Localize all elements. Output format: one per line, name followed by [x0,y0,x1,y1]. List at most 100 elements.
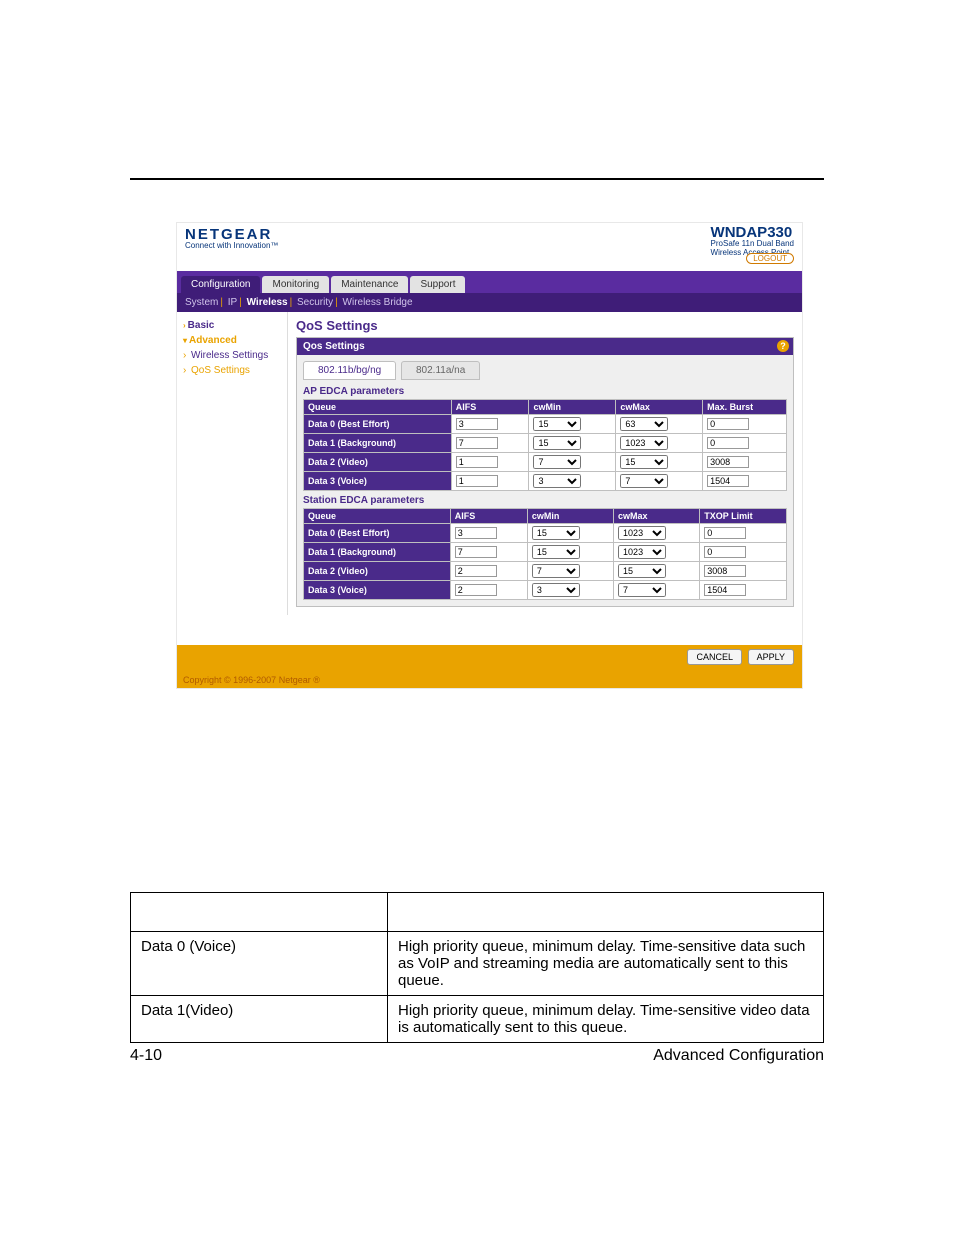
station-edca-label: Station EDCA parameters [303,495,787,506]
st-h-cwmin: cwMin [527,509,613,524]
ap-q1-last[interactable] [707,437,749,449]
ap-q1-cwmax[interactable]: 1023 [620,436,668,450]
sub-nav: System| IP| Wireless| Security| Wireless… [177,293,802,312]
table-row: Data 2 (Video) 7 15 [304,453,787,472]
page-title: QoS Settings [296,318,794,333]
description-table-wrap: Data 0 (Voice) High priority queue, mini… [130,892,824,1043]
st-q0-cwmax[interactable]: 1023 [618,526,666,540]
st-q1-cwmin[interactable]: 15 [532,545,580,559]
sidenav-advanced-label: Advanced [189,335,237,346]
st-h-txop: TXOP Limit [700,509,787,524]
st-h-aifs: AIFS [450,509,527,524]
st-q3: Data 3 (Voice) [304,581,451,600]
tab-configuration[interactable]: Configuration [181,276,260,293]
st-q0: Data 0 (Best Effort) [304,524,451,543]
subnav-ip[interactable]: IP [228,297,237,308]
ap-q0-last[interactable] [707,418,749,430]
ap-q1-cwmin[interactable]: 15 [533,436,581,450]
apply-button[interactable]: APPLY [748,649,794,665]
ap-q1: Data 1 (Background) [304,434,452,453]
st-q0-cwmin[interactable]: 15 [532,526,580,540]
st-q1-aifs[interactable] [455,546,497,558]
subnav-system[interactable]: System [185,297,218,308]
brand-tagline: Connect with Innovation™ [185,242,794,250]
brand-logo: NETGEAR [185,227,794,242]
st-q2-aifs[interactable] [455,565,497,577]
qos-panel: Qos Settings ? 802.11b/bg/ng 802.11a/na … [296,337,794,607]
subnav-security[interactable]: Security [297,297,333,308]
tab-maintenance[interactable]: Maintenance [331,276,408,293]
station-edca-table: Queue AIFS cwMin cwMax TXOP Limit Data 0… [303,508,787,600]
page-top-rule [130,178,824,180]
section-title: Advanced Configuration [653,1047,824,1065]
ap-q2-aifs[interactable] [456,456,498,468]
desc-header-1 [131,893,388,932]
ap-h-aifs: AIFS [451,400,529,415]
side-nav: ›Basic ▾Advanced Wireless Settings QoS S… [177,312,288,615]
st-q2-last[interactable] [704,565,746,577]
st-q3-aifs[interactable] [455,584,497,596]
ap-q3-cwmax[interactable]: 7 [620,474,668,488]
ap-q2-cwmin[interactable]: 7 [533,455,581,469]
st-q0-last[interactable] [704,527,746,539]
table-row: Data 1 (Background) 15 1023 [304,434,787,453]
st-q2-cwmin[interactable]: 7 [532,564,580,578]
router-ui-screenshot: NETGEAR Connect with Innovation™ WNDAP33… [176,222,803,689]
subnav-wireless-bridge[interactable]: Wireless Bridge [343,297,413,308]
ap-h-maxburst: Max. Burst [703,400,787,415]
radio-tab-an[interactable]: 802.11a/na [401,361,480,380]
st-q3-last[interactable] [704,584,746,596]
st-q1-last[interactable] [704,546,746,558]
ap-q0-cwmin[interactable]: 15 [533,417,581,431]
model-name: WNDAP330 [711,225,794,240]
table-row: Data 3 (Voice) 3 7 [304,581,787,600]
st-q3-cwmin[interactable]: 3 [532,583,580,597]
content-area: QoS Settings Qos Settings ? 802.11b/bg/n… [288,312,802,615]
ap-q3-aifs[interactable] [456,475,498,487]
ap-q3-cwmin[interactable]: 3 [533,474,581,488]
tab-monitoring[interactable]: Monitoring [262,276,329,293]
sidenav-qos-settings[interactable]: QoS Settings [183,363,287,378]
st-q1-cwmax[interactable]: 1023 [618,545,666,559]
sidenav-advanced[interactable]: ▾Advanced [183,333,287,348]
radio-band-tabs: 802.11b/bg/ng 802.11a/na [303,361,787,380]
st-q0-aifs[interactable] [455,527,497,539]
cancel-button[interactable]: CANCEL [687,649,742,665]
logout-button[interactable]: LOGOUT [746,253,794,264]
ap-q0-aifs[interactable] [456,418,498,430]
desc-r0-c2: High priority queue, minimum delay. Time… [388,932,824,996]
help-icon[interactable]: ? [777,340,789,352]
table-row: Data 2 (Video) 7 15 [304,562,787,581]
ap-q2-last[interactable] [707,456,749,468]
st-h-cwmax: cwMax [614,509,700,524]
panel-header: Qos Settings ? [297,338,793,355]
page-footer: 4-10 Advanced Configuration [130,1042,824,1065]
st-h-queue: Queue [304,509,451,524]
st-q1: Data 1 (Background) [304,543,451,562]
ap-h-cwmin: cwMin [529,400,616,415]
table-row: Data 0 (Voice) High priority queue, mini… [131,932,824,996]
description-table: Data 0 (Voice) High priority queue, mini… [130,892,824,1043]
desc-header-2 [388,893,824,932]
copyright-text: Copyright © 1996-2007 Netgear ® [177,673,802,688]
ap-q1-aifs[interactable] [456,437,498,449]
ap-q0-cwmax[interactable]: 63 [620,417,668,431]
sidenav-basic-label: Basic [188,320,215,331]
sidenav-basic[interactable]: ›Basic [183,318,287,333]
main-tabbar: Configuration Monitoring Maintenance Sup… [177,271,802,293]
ap-q2-cwmax[interactable]: 15 [620,455,668,469]
table-row: Data 1 (Background) 15 1023 [304,543,787,562]
radio-tab-bgn[interactable]: 802.11b/bg/ng [303,361,396,380]
st-q3-cwmax[interactable]: 7 [618,583,666,597]
subnav-wireless[interactable]: Wireless [247,297,288,308]
ui-header: NETGEAR Connect with Innovation™ WNDAP33… [177,223,802,271]
st-q2-cwmax[interactable]: 15 [618,564,666,578]
panel-header-label: Qos Settings [303,341,365,352]
ap-edca-table: Queue AIFS cwMin cwMax Max. Burst Data 0… [303,399,787,491]
sidenav-wireless-settings[interactable]: Wireless Settings [183,348,287,363]
tab-support[interactable]: Support [410,276,465,293]
ap-q3-last[interactable] [707,475,749,487]
st-q2: Data 2 (Video) [304,562,451,581]
ap-edca-label: AP EDCA parameters [303,386,787,397]
desc-r1-c1: Data 1(Video) [131,996,388,1043]
